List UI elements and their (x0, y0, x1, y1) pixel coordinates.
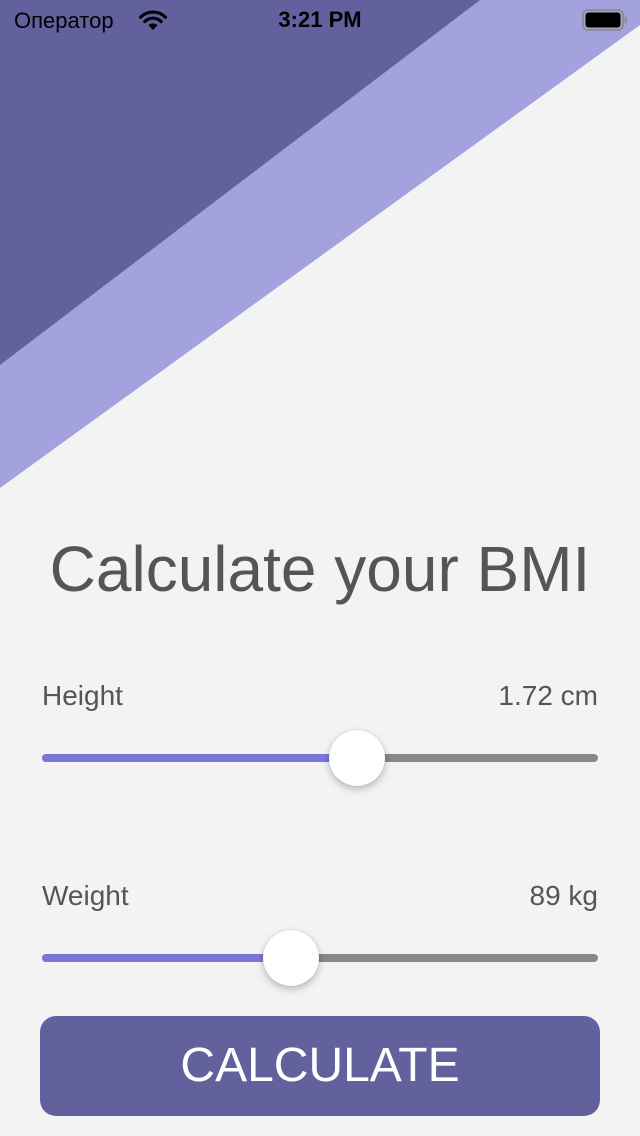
height-slider[interactable] (42, 728, 598, 788)
weight-row: Weight 89 kg (40, 876, 598, 916)
weight-value: 89 kg (529, 880, 599, 911)
height-row: Height 1.72 cm (40, 676, 598, 716)
calculate-button[interactable]: CALCULATE (40, 1016, 600, 1116)
page-title: Calculate your BMI (49, 533, 591, 605)
weight-slider-thumb[interactable] (263, 930, 319, 986)
height-label: Height (42, 680, 123, 711)
weight-label: Weight (42, 880, 129, 911)
battery-icon (582, 9, 627, 31)
height-slider-fill (42, 754, 357, 762)
height-slider-thumb[interactable] (329, 730, 385, 786)
status-bar: Оператор 3:21 PM (0, 0, 640, 40)
weight-slider-fill (42, 954, 291, 962)
weight-slider[interactable] (42, 928, 598, 988)
status-time: 3:21 PM (278, 7, 362, 32)
height-value: 1.72 cm (498, 680, 598, 711)
